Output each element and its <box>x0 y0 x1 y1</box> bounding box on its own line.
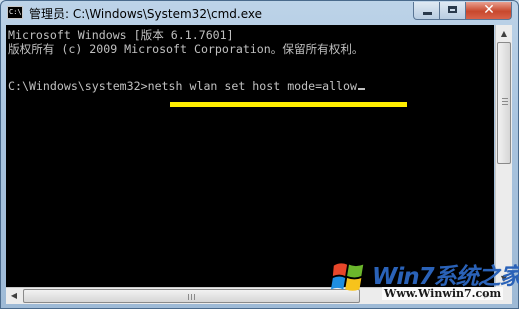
windows-logo-icon <box>330 263 364 291</box>
scroll-up-icon[interactable]: ▲ <box>496 25 512 42</box>
watermark-url: Www.Winwin7.com <box>382 287 504 300</box>
console-output[interactable]: Microsoft Windows [版本 6.1.7601] 版权所有 (c)… <box>6 25 494 287</box>
minimize-icon <box>423 12 432 15</box>
command-highlight-underline <box>170 102 407 107</box>
vertical-scroll-thumb[interactable] <box>497 42 511 164</box>
grip-icon <box>194 294 195 300</box>
window-title: 管理员: C:\Windows\System32\cmd.exe <box>29 7 262 21</box>
watermark: Win7系统之家 Www.Winwin7.com <box>326 254 519 306</box>
scroll-left-icon[interactable]: ◀ <box>6 288 22 304</box>
horizontal-scroll-thumb[interactable] <box>23 289 360 303</box>
text-cursor <box>358 88 366 90</box>
grip-icon <box>502 98 508 99</box>
grip-icon <box>188 294 189 300</box>
command-text: C:\Windows\system32>netsh wlan set host … <box>8 79 358 93</box>
close-button[interactable]: ✕ <box>466 2 512 20</box>
grip-icon <box>502 104 508 105</box>
maximize-button[interactable] <box>440 2 466 20</box>
console-line: Microsoft Windows [版本 6.1.7601] <box>8 28 234 42</box>
console-line: 版权所有 (c) 2009 Microsoft Corporation。保留所有… <box>8 42 364 56</box>
grip-icon <box>191 294 192 300</box>
minimize-button[interactable] <box>413 2 440 20</box>
cmd-icon[interactable]: C:\ <box>7 6 23 19</box>
vertical-scrollbar[interactable]: ▲ ▼ <box>495 25 512 287</box>
title-bar[interactable]: C:\ 管理员: C:\Windows\System32\cmd.exe ✕ <box>1 1 518 25</box>
close-icon: ✕ <box>483 2 495 18</box>
grip-icon <box>502 101 508 102</box>
command-line[interactable]: C:\Windows\system32>netsh wlan set host … <box>8 79 366 93</box>
maximize-icon <box>448 6 457 13</box>
watermark-brand: Win7系统之家 <box>372 264 519 290</box>
